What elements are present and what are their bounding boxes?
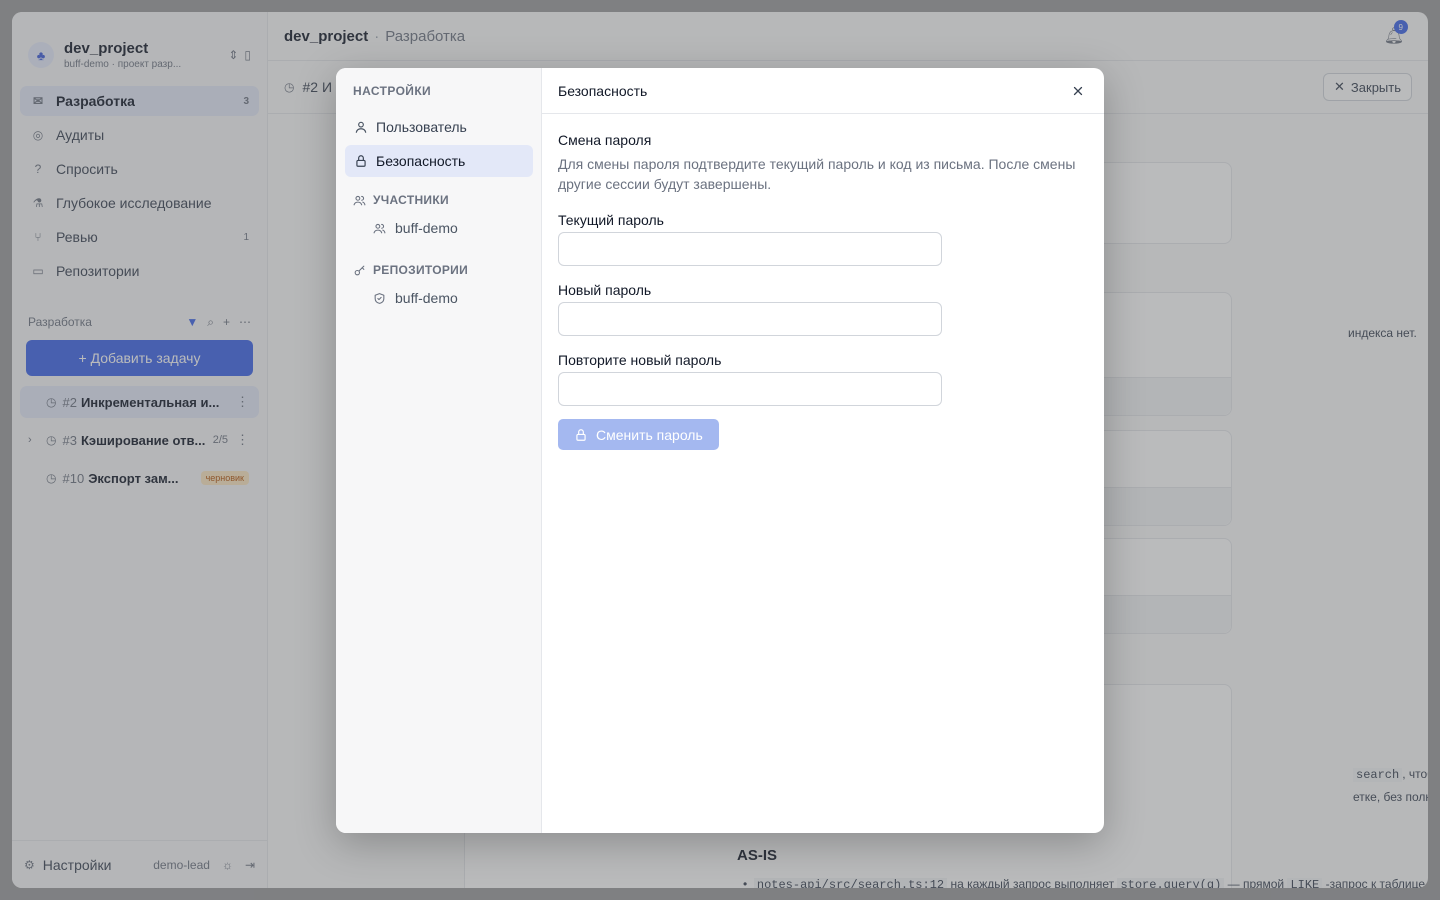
settings-item-label: Пользователь	[376, 119, 467, 135]
settings-sub-label: buff-demo	[395, 220, 458, 236]
settings-group-repositories: РЕПОЗИТОРИИ	[345, 260, 533, 280]
settings-title-bar: Безопасность	[542, 68, 1104, 114]
section-description: Для смены пароля подтвердите текущий пар…	[558, 156, 1076, 192]
settings-heading: НАСТРОЙКИ	[353, 84, 432, 98]
users-icon	[353, 194, 367, 207]
change-password-label: Сменить пароль	[596, 426, 703, 443]
settings-item-security[interactable]: Безопасность	[345, 145, 533, 177]
settings-member-item[interactable]: buff-demo	[345, 214, 533, 242]
settings-item-user[interactable]: Пользователь	[345, 111, 533, 143]
repeat-password-input[interactable]	[558, 372, 942, 406]
repeat-password-label: Повторите новый пароль	[558, 352, 722, 368]
lock-icon	[353, 154, 369, 168]
settings-repo-item[interactable]: buff-demo	[345, 284, 533, 312]
close-icon[interactable]	[1068, 81, 1088, 101]
settings-sidebar: НАСТРОЙКИ Пользователь Безопасность УЧАС…	[336, 68, 542, 833]
section-title: Смена пароля	[558, 132, 652, 148]
settings-group-members: УЧАСТНИКИ	[345, 190, 533, 210]
settings-title: Безопасность	[558, 82, 648, 99]
shield-check-icon	[373, 292, 387, 305]
password-change-form: Смена пароля Для смены пароля подтвердит…	[542, 114, 1104, 468]
user-icon	[353, 120, 369, 134]
new-password-input[interactable]	[558, 302, 942, 336]
settings-group-label: УЧАСТНИКИ	[373, 193, 449, 207]
settings-group-label: РЕПОЗИТОРИИ	[373, 263, 469, 277]
settings-modal: НАСТРОЙКИ Пользователь Безопасность УЧАС…	[336, 68, 1104, 833]
current-password-input[interactable]	[558, 232, 942, 266]
lock-icon	[574, 428, 588, 442]
current-password-label: Текущий пароль	[558, 212, 664, 228]
new-password-label: Новый пароль	[558, 282, 652, 298]
settings-sub-label: buff-demo	[395, 290, 458, 306]
change-password-button[interactable]: Сменить пароль	[558, 419, 719, 450]
settings-content: Безопасность Смена пароля Для смены паро…	[542, 68, 1104, 833]
key-icon	[353, 264, 367, 277]
users-icon	[373, 222, 387, 235]
settings-item-label: Безопасность	[376, 153, 466, 169]
